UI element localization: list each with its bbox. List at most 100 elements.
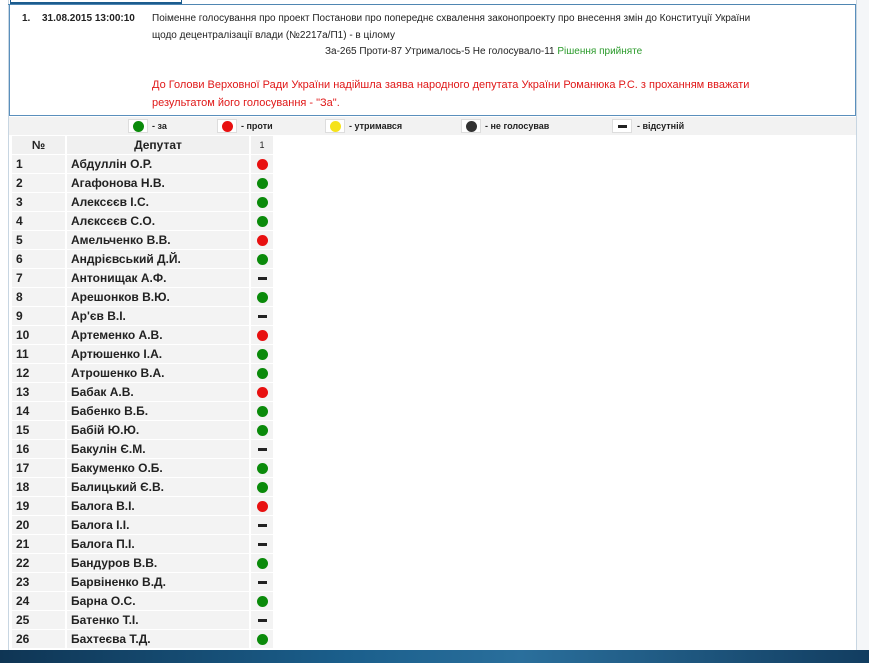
- deputy-number: 13: [12, 383, 65, 401]
- deputy-vote: [251, 326, 273, 344]
- table-row: 11 Артюшенко І.А.: [12, 345, 274, 364]
- vote-result-counts: За-265 Проти-87 Утрималось-5 Не голосува…: [325, 46, 555, 57]
- against-dot-icon: [256, 386, 268, 398]
- deputy-number: 4: [12, 212, 65, 230]
- table-row: 20 Балога І.І.: [12, 516, 274, 535]
- absent-dash-icon: [257, 580, 267, 584]
- deputy-vote: [251, 516, 273, 534]
- deputy-number: 21: [12, 535, 65, 553]
- deputy-name: Ар'єв В.І.: [67, 307, 249, 325]
- absent-dash-icon: [257, 523, 267, 527]
- yellow-dot-icon: [329, 120, 341, 132]
- deputy-number: 23: [12, 573, 65, 591]
- deputy-number: 14: [12, 402, 65, 420]
- column-header-number: №: [12, 136, 65, 154]
- deputy-number: 8: [12, 288, 65, 306]
- deputy-number: 9: [12, 307, 65, 325]
- for-dot-icon: [256, 367, 268, 379]
- deputy-name: Бабій Ю.Ю.: [67, 421, 249, 439]
- vote-note-line2: результатом його голосування - "За".: [152, 97, 340, 109]
- for-dot-icon: [256, 196, 268, 208]
- deputy-number: 1: [12, 155, 65, 173]
- deputy-name: Амельченко В.В.: [67, 231, 249, 249]
- deputy-number: 11: [12, 345, 65, 363]
- table-row: 19 Балога В.І.: [12, 497, 274, 516]
- absent-dash-icon: [257, 314, 267, 318]
- bottom-taskbar: [0, 650, 869, 663]
- deputy-name: Бабенко В.Б.: [67, 402, 249, 420]
- deputy-vote: [251, 155, 273, 173]
- deputy-vote: [251, 554, 273, 572]
- absent-dash-icon: [257, 447, 267, 451]
- legend-absent-label: - відсутній: [637, 121, 685, 131]
- deputy-vote: [251, 345, 273, 363]
- against-dot-icon: [256, 329, 268, 341]
- right-margin: [857, 0, 869, 650]
- table-row: 26 Бахтеєва Т.Д.: [12, 630, 274, 649]
- deputy-name: Арешонков В.Ю.: [67, 288, 249, 306]
- legend-not-voted-label: - не голосував: [485, 121, 550, 131]
- deputy-name: Абдуллін О.Р.: [67, 155, 249, 173]
- deputy-number: 17: [12, 459, 65, 477]
- deputy-vote: [251, 269, 273, 287]
- deputy-name: Антонищак А.Ф.: [67, 269, 249, 287]
- deputy-number: 26: [12, 630, 65, 648]
- deputy-vote: [251, 611, 273, 629]
- legend-abstain-label: - утримався: [349, 121, 403, 131]
- deputy-vote: [251, 421, 273, 439]
- legend-for-cell: [128, 119, 148, 133]
- deputy-vote: [251, 478, 273, 496]
- table-row: 1 Абдуллін О.Р.: [12, 155, 274, 174]
- for-dot-icon: [256, 595, 268, 607]
- deputy-name: Бахтеєва Т.Д.: [67, 630, 249, 648]
- table-row: 2 Агафонова Н.В.: [12, 174, 274, 193]
- legend-against-label: - проти: [241, 121, 273, 131]
- deputy-number: 2: [12, 174, 65, 192]
- for-dot-icon: [256, 462, 268, 474]
- deputy-number: 22: [12, 554, 65, 572]
- table-row: 24 Барна О.С.: [12, 592, 274, 611]
- legend-abstain: - утримався: [325, 118, 402, 134]
- deputy-name: Бакулін Є.М.: [67, 440, 249, 458]
- for-dot-icon: [256, 557, 268, 569]
- table-row: 16 Бакулін Є.М.: [12, 440, 274, 459]
- absent-dash-icon: [257, 542, 267, 546]
- deputy-number: 16: [12, 440, 65, 458]
- deputy-name: Атрошенко В.А.: [67, 364, 249, 382]
- table-row: 8 Арешонков В.Ю.: [12, 288, 274, 307]
- column-header-vote: 1: [251, 136, 273, 154]
- deputy-number: 10: [12, 326, 65, 344]
- deputy-vote: [251, 250, 273, 268]
- dark-dot-icon: [465, 120, 477, 132]
- legend-against: - проти: [217, 118, 273, 134]
- deputy-name: Бандуров В.В.: [67, 554, 249, 572]
- green-dot-icon: [132, 120, 144, 132]
- vote-datetime: 31.08.2015 13:00:10: [42, 13, 135, 24]
- deputy-name: Бакуменко О.Б.: [67, 459, 249, 477]
- table-row: 17 Бакуменко О.Б.: [12, 459, 274, 478]
- legend-absent-cell: [612, 119, 632, 133]
- vote-note-line1: До Голови Верховної Ради України надійшл…: [152, 79, 750, 91]
- deputy-vote: [251, 573, 273, 591]
- legend-absent: - відсутній: [612, 118, 684, 134]
- deputy-name: Бабак А.В.: [67, 383, 249, 401]
- against-dot-icon: [256, 500, 268, 512]
- deputy-name: Балицький Є.В.: [67, 478, 249, 496]
- deputy-number: 7: [12, 269, 65, 287]
- deputy-vote: [251, 231, 273, 249]
- for-dot-icon: [256, 215, 268, 227]
- vote-title-line1: Поіменне голосування про проект Постанов…: [152, 13, 751, 24]
- red-dot-icon: [221, 120, 233, 132]
- table-row: 6 Андрієвський Д.Й.: [12, 250, 274, 269]
- deputy-name: Андрієвський Д.Й.: [67, 250, 249, 268]
- legend-abstain-cell: [325, 119, 345, 133]
- legend-against-cell: [217, 119, 237, 133]
- table-row: 7 Антонищак А.Ф.: [12, 269, 274, 288]
- against-dot-icon: [256, 158, 268, 170]
- deputy-number: 24: [12, 592, 65, 610]
- deputy-vote: [251, 364, 273, 382]
- legend-for-label: - за: [152, 121, 167, 131]
- deputy-number: 20: [12, 516, 65, 534]
- deputy-name: Балога П.І.: [67, 535, 249, 553]
- table-row: 12 Атрошенко В.А.: [12, 364, 274, 383]
